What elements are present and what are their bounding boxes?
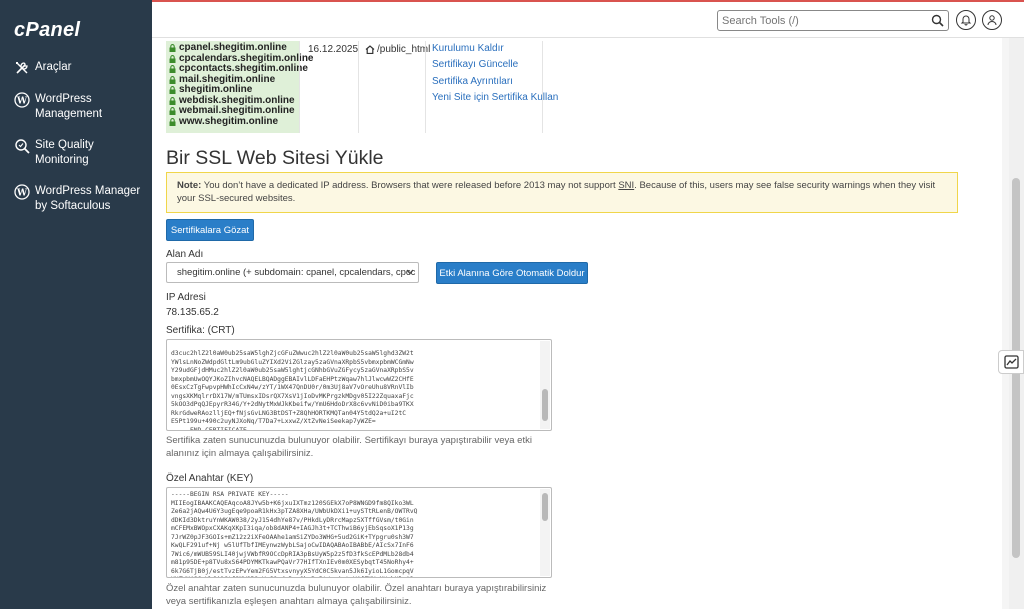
lock-icon bbox=[169, 54, 176, 63]
bell-icon bbox=[960, 15, 972, 26]
ip-address-value: 78.135.65.2 bbox=[166, 307, 219, 318]
lock-icon bbox=[169, 117, 176, 126]
ip-address-label: IP Adresi bbox=[166, 292, 206, 303]
certificate-details-link[interactable]: Sertifika Ayrıntıları bbox=[432, 76, 558, 87]
sidebar-item-wordpress-manager-softaculous[interactable]: W WordPress Manager by Softaculous bbox=[0, 180, 152, 218]
domain-name: cpanel.shegitim.online bbox=[179, 42, 287, 53]
lock-icon bbox=[169, 96, 176, 105]
certificate-domain-item: www.shegitim.online bbox=[169, 115, 296, 128]
column-divider bbox=[358, 41, 359, 133]
sidebar-item-site-quality-monitoring[interactable]: Site Quality Monitoring bbox=[0, 134, 152, 172]
domain-name: shegitim.online bbox=[179, 84, 253, 95]
certificate-crt-textarea[interactable]: d3cuc2hlZ2l0aW0ub25saW5lghZjcGFuZWwuc2hl… bbox=[166, 339, 552, 431]
site-quality-icon bbox=[15, 139, 30, 154]
certificate-domain-item: webmail.shegitim.online bbox=[169, 105, 296, 117]
column-divider bbox=[425, 41, 426, 133]
certificate-help-text: Sertifika zaten sunucunuzda bulunuyor ol… bbox=[166, 435, 532, 459]
browse-certificates-button[interactable]: Sertifikalara Gözat bbox=[166, 219, 254, 241]
main-content: cpanel.shegitim.online cpcalendars.shegit… bbox=[152, 38, 1002, 609]
note-prefix: Note: bbox=[177, 180, 202, 191]
lock-icon bbox=[169, 44, 176, 53]
domain-label: Alan Adı bbox=[166, 249, 204, 260]
column-divider bbox=[542, 41, 543, 133]
certificate-domain-item: shegitim.online bbox=[169, 84, 296, 96]
column-divider bbox=[299, 41, 300, 133]
sidebar-item-araclar[interactable]: Araçlar bbox=[0, 56, 152, 80]
certificate-domains-cell: cpanel.shegitim.online cpcalendars.shegit… bbox=[166, 41, 313, 133]
search-tools-box[interactable] bbox=[717, 10, 949, 31]
note-text: You don’t have a dedicated IP address. B… bbox=[201, 180, 619, 191]
sidebar-item-label: Site Quality Monitoring bbox=[35, 139, 94, 166]
sidebar: cPanel Araçlar W WordPress Management Si… bbox=[0, 0, 152, 609]
user-icon bbox=[987, 15, 997, 26]
search-icon[interactable] bbox=[931, 14, 944, 27]
lock-icon bbox=[169, 75, 176, 84]
wordpress-icon: W bbox=[14, 92, 30, 108]
lock-icon bbox=[169, 65, 176, 74]
domain-name: www.shegitim.online bbox=[179, 115, 279, 127]
certificate-domain-item: cpcontacts.shegitim.online bbox=[169, 63, 308, 75]
private-key-help-text: Özel anahtar zaten sunucunuzda bulunuyor… bbox=[166, 583, 547, 607]
sni-abbr: SNI bbox=[618, 180, 635, 191]
tools-icon bbox=[16, 62, 28, 74]
certificate-crt-label: Sertifika: (CRT) bbox=[166, 325, 235, 336]
search-input[interactable] bbox=[718, 11, 918, 31]
use-certificate-for-new-site-link[interactable]: Yeni Site için Sertifika Kullan bbox=[432, 92, 558, 103]
top-header bbox=[152, 0, 1024, 38]
svg-text:W: W bbox=[16, 189, 28, 199]
lock-icon bbox=[169, 107, 176, 116]
textarea-scrollbar[interactable] bbox=[540, 341, 550, 429]
certificate-crt-content: d3cuc2hlZ2l0aW0ub25saW5lghZjcGFuZWwuc2hl… bbox=[171, 350, 414, 431]
home-icon bbox=[365, 45, 375, 54]
certificate-actions: Kurulumu Kaldır Sertifikayı Güncelle Ser… bbox=[432, 44, 558, 109]
update-certificate-link[interactable]: Sertifikayı Güncelle bbox=[432, 60, 558, 70]
domain-name: cpcontacts.shegitim.online bbox=[179, 63, 308, 74]
wordpress-icon: W bbox=[14, 184, 30, 200]
autofill-by-domain-button[interactable]: Etki Alanına Göre Otomatik Doldur bbox=[436, 262, 588, 284]
sidebar-item-wordpress-management[interactable]: W WordPress Management bbox=[0, 88, 152, 126]
lock-icon bbox=[169, 86, 176, 95]
certificate-expiry-date: 16.12.2025 bbox=[308, 44, 359, 55]
page-title: Bir SSL Web Sitesi Yükle bbox=[166, 147, 384, 169]
sidebar-item-label: WordPress Management bbox=[35, 93, 103, 120]
domain-select-value: shegitim.online (+ subdomain: cpanel, cp… bbox=[177, 267, 416, 278]
sidebar-item-label: Araçlar bbox=[35, 61, 72, 73]
stats-toggle-button[interactable] bbox=[998, 350, 1024, 374]
page-scrollbar[interactable] bbox=[1009, 38, 1024, 609]
sidebar-nav: Araçlar W WordPress Management Site Qual… bbox=[0, 56, 152, 226]
private-key-content: -----BEGIN RSA PRIVATE KEY----- MIIEogIB… bbox=[171, 491, 418, 577]
svg-text:W: W bbox=[16, 97, 28, 107]
domain-name: webmail.shegitim.online bbox=[179, 105, 295, 116]
sni-warning-note: Note: You don’t have a dedicated IP addr… bbox=[166, 172, 958, 213]
notifications-button[interactable] bbox=[956, 10, 976, 30]
private-key-textarea[interactable]: -----BEGIN RSA PRIVATE KEY----- MIIEogIB… bbox=[166, 487, 552, 578]
chevron-down-icon bbox=[406, 269, 414, 275]
private-key-label: Özel Anahtar (KEY) bbox=[166, 473, 254, 484]
domain-select[interactable]: shegitim.online (+ subdomain: cpanel, cp… bbox=[166, 262, 419, 283]
sidebar-item-label: WordPress Manager by Softaculous bbox=[35, 185, 141, 212]
chart-icon bbox=[1004, 355, 1019, 369]
textarea-scrollbar[interactable] bbox=[540, 489, 550, 576]
uninstall-link[interactable]: Kurulumu Kaldır bbox=[432, 44, 558, 54]
user-menu-button[interactable] bbox=[982, 10, 1002, 30]
certificate-docroot: /public_html bbox=[365, 44, 430, 55]
docroot-path: /public_html bbox=[377, 44, 431, 55]
cpanel-logo[interactable]: cPanel bbox=[14, 19, 80, 42]
certificate-domain-item: cpanel.shegitim.online bbox=[169, 42, 296, 54]
